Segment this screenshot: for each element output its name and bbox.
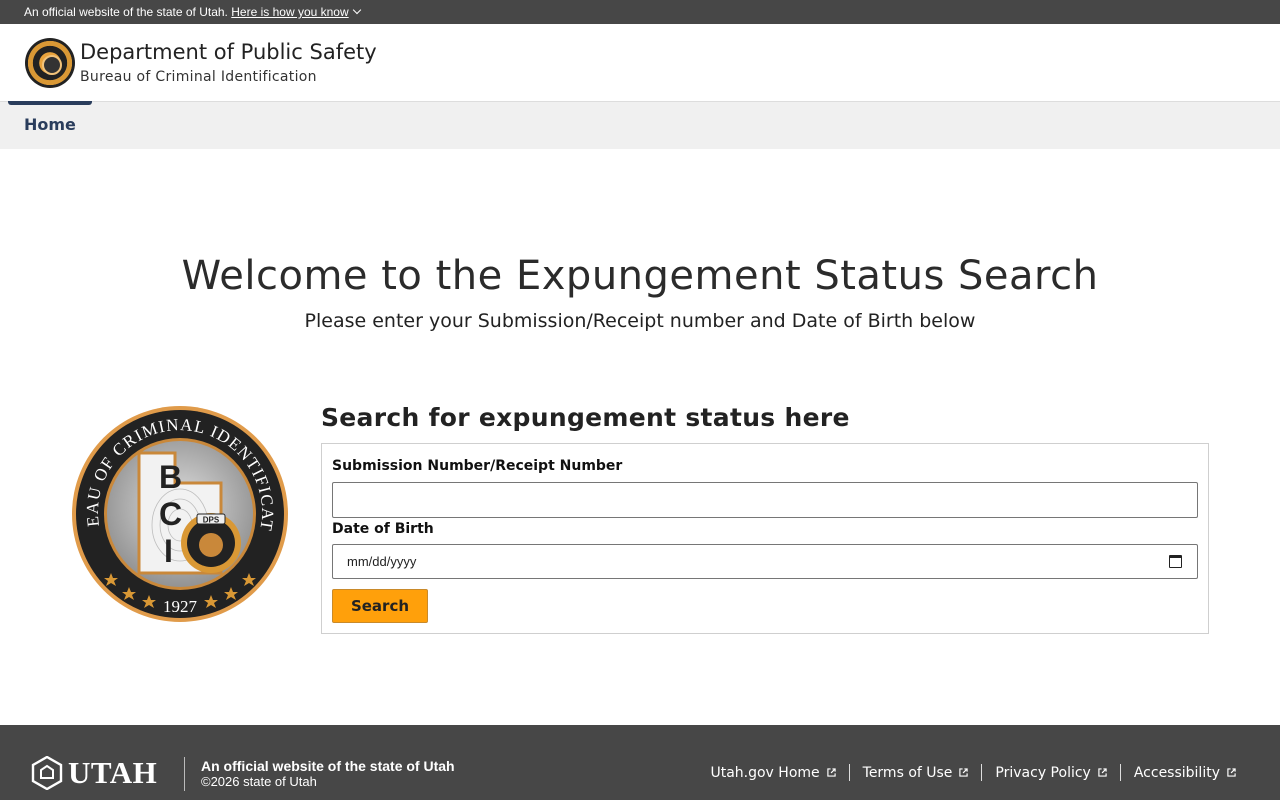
utah-logo[interactable]: UTAH: [31, 755, 157, 791]
external-link-icon: [1098, 768, 1107, 777]
utah-logo-text: UTAH: [68, 755, 158, 790]
seal-letter-i: I: [164, 533, 173, 569]
nav-item-home[interactable]: Home: [8, 101, 92, 150]
date-of-birth-input[interactable]: mm/dd/yyyy: [332, 544, 1198, 579]
utah-hex-icon: [31, 756, 63, 790]
page-subtitle: Please enter your Submission/Receipt num…: [304, 310, 976, 332]
date-of-birth-label: Date of Birth: [332, 521, 434, 537]
footer-link-label: Accessibility: [1133, 764, 1220, 781]
seal-letter-c: C: [159, 496, 182, 532]
chevron-down-icon[interactable]: [352, 5, 361, 15]
footer-link-privacy[interactable]: Privacy Policy: [981, 764, 1119, 781]
external-link-icon: [826, 768, 836, 777]
search-section-title: Search for expungement status here: [321, 403, 850, 432]
department-title[interactable]: Department of Public Safety: [80, 39, 377, 65]
footer-link-label: Utah.gov Home: [710, 764, 820, 781]
search-button[interactable]: Search: [332, 589, 428, 623]
search-form: Submission Number/Receipt Number Date of…: [321, 443, 1209, 634]
footer-links: Utah.gov Home Terms of Use Privacy Polic…: [697, 764, 1249, 781]
main-nav: Home: [0, 101, 1280, 149]
footer-copyright: ©2026 state of Utah: [201, 774, 317, 789]
footer-link-label: Privacy Policy: [995, 764, 1091, 781]
footer-divider: [184, 757, 185, 791]
main-content: Welcome to the Expungement Status Search…: [0, 149, 1280, 725]
seal-year: 1927: [163, 597, 198, 616]
how-you-know-link[interactable]: Here is how you know: [231, 5, 348, 19]
footer-link-utah-home[interactable]: Utah.gov Home: [697, 764, 848, 781]
submission-number-input[interactable]: [332, 482, 1198, 518]
footer-official-text: An official website of the state of Utah: [201, 758, 455, 774]
footer-link-accessibility[interactable]: Accessibility: [1119, 764, 1249, 781]
bureau-subtitle: Bureau of Criminal Identification: [80, 68, 317, 85]
seal-letter-b: B: [159, 459, 182, 495]
page-title: Welcome to the Expungement Status Search: [181, 253, 1099, 299]
external-link-icon: [959, 768, 969, 777]
dps-seal-icon[interactable]: [25, 37, 75, 88]
official-banner-text: An official website of the state of Utah…: [24, 5, 228, 19]
official-banner: An official website of the state of Utah…: [0, 0, 1280, 24]
date-of-birth-placeholder: mm/dd/yyyy: [347, 554, 417, 569]
site-header: Department of Public Safety Bureau of Cr…: [0, 24, 1280, 101]
external-link-icon: [1227, 768, 1236, 777]
submission-number-label: Submission Number/Receipt Number: [332, 458, 623, 474]
calendar-icon[interactable]: [1169, 555, 1182, 568]
footer-link-label: Terms of Use: [862, 764, 953, 781]
footer-link-terms[interactable]: Terms of Use: [848, 764, 982, 781]
site-footer: UTAH An official website of the state of…: [0, 725, 1280, 800]
bci-seal-icon: B C I DPS BUREAU OF CRIMINAL IDENTIFICAT…: [71, 405, 288, 622]
seal-badge-text: DPS: [203, 516, 220, 525]
